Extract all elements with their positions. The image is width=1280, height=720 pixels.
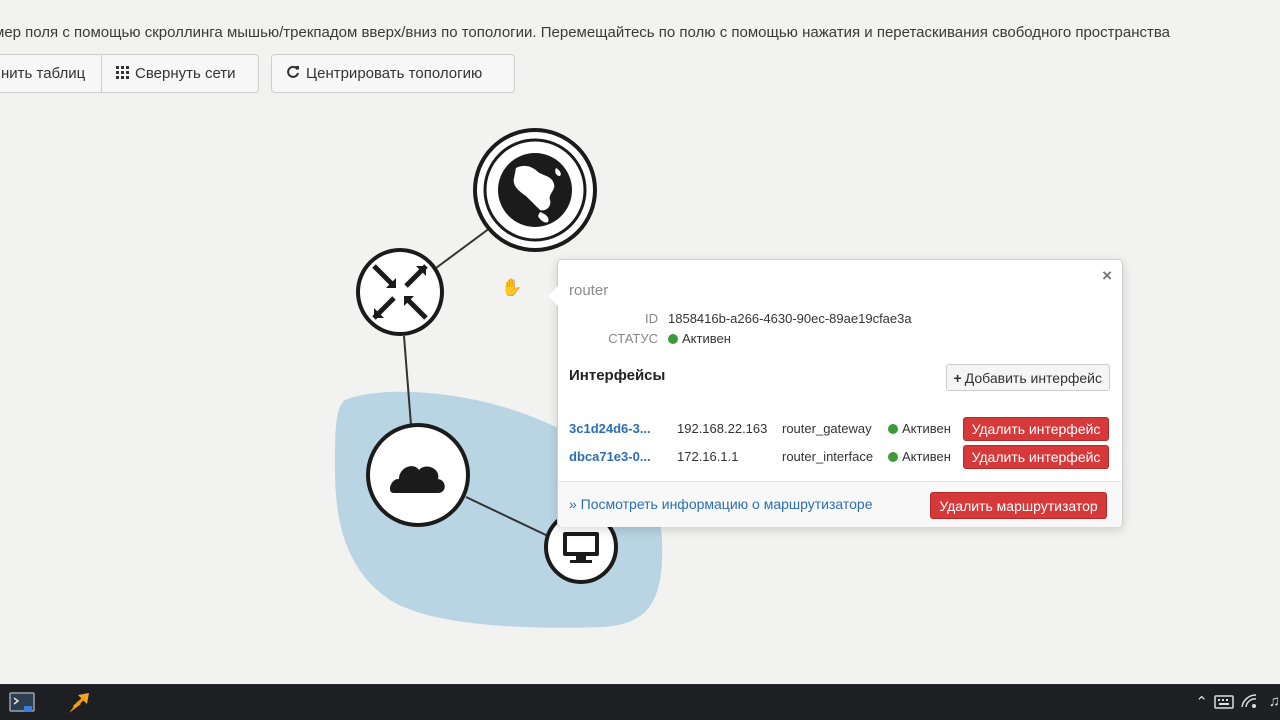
interface-status-label: Активен (902, 449, 951, 464)
id-label: ID (645, 311, 658, 326)
interface-status: Активен (888, 421, 951, 436)
interface-row: dbca71e3-0... 172.16.1.1 router_interfac… (569, 445, 1114, 469)
interface-id-link[interactable]: 3c1d24d6-3... (569, 421, 651, 436)
interface-id-link[interactable]: dbca71e3-0... (569, 449, 651, 464)
node-external-network[interactable] (473, 128, 597, 252)
hand-cursor-icon: ✋ (501, 278, 523, 297)
interface-type: router_interface (782, 449, 874, 464)
node-network[interactable] (366, 423, 470, 527)
taskbar: ⌃ ♫ (0, 684, 1280, 720)
view-router-info-link[interactable]: » Посмотреть информацию о маршрутизаторе (569, 496, 873, 512)
router-status-row: СТАТУС Активен (558, 331, 731, 346)
interface-status: Активен (888, 449, 951, 464)
add-interface-label: Добавить интерфейс (964, 369, 1102, 386)
interfaces-title: Интерфейсы (569, 367, 666, 384)
interface-ip: 192.168.22.163 (677, 421, 768, 436)
interface-row: 3c1d24d6-3... 192.168.22.163 router_gate… (569, 417, 1114, 441)
interface-ip: 172.16.1.1 (677, 449, 739, 464)
router-details-popup: × router ID 1858416b-a266-4630-90ec-89ae1… (548, 259, 1123, 527)
status-dot-icon (668, 334, 678, 344)
node-router[interactable] (356, 248, 444, 336)
status-value: Активен (682, 331, 731, 346)
delete-router-button[interactable]: Удалить маршрутизатор (930, 492, 1107, 519)
interface-status-label: Активен (902, 421, 951, 436)
status-dot-icon (888, 424, 898, 434)
plus-icon: + (953, 369, 962, 386)
add-interface-button[interactable]: + Добавить интерфейс (945, 364, 1110, 391)
wifi-icon[interactable] (1240, 693, 1258, 713)
popup-arrow (548, 286, 558, 306)
globe-icon (498, 153, 572, 227)
popup-footer: » Посмотреть информацию о маршрутизаторе… (558, 481, 1122, 527)
link-globe-router (435, 227, 491, 269)
keyboard-icon[interactable] (1214, 695, 1234, 713)
popup-title: router (569, 282, 609, 299)
status-label: СТАТУС (608, 331, 658, 346)
terminal-icon[interactable] (9, 691, 35, 715)
delete-interface-button[interactable]: Удалить интерфейс (963, 417, 1109, 441)
router-id-row: ID 1858416b-a266-4630-90ec-89ae19cfae3a (558, 311, 912, 326)
volume-icon[interactable]: ♫ (1269, 693, 1280, 710)
chevron-up-icon[interactable]: ⌃ (1195, 693, 1208, 711)
app-launcher-icon[interactable] (66, 691, 92, 715)
close-icon[interactable]: × (1102, 266, 1112, 286)
delete-interface-button[interactable]: Удалить интерфейс (963, 445, 1109, 469)
id-value: 1858416b-a266-4630-90ec-89ae19cfae3a (668, 311, 912, 326)
status-dot-icon (888, 452, 898, 462)
interface-type: router_gateway (782, 421, 872, 436)
